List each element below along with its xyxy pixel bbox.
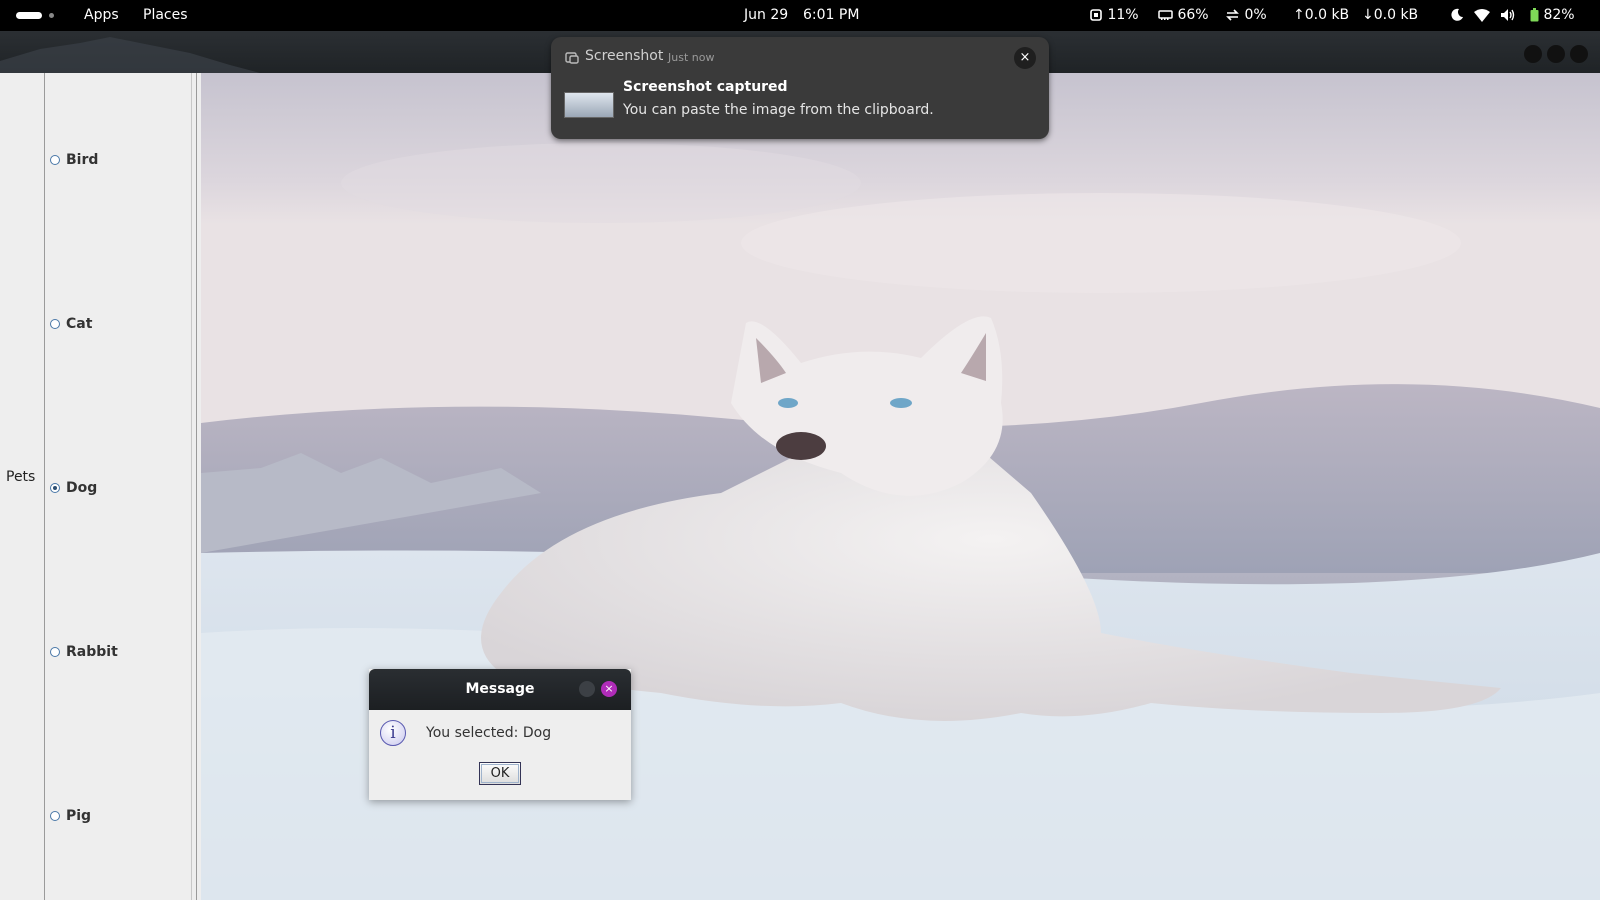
activities-indicator[interactable] [16, 12, 42, 19]
notification-body: You can paste the image from the clipboa… [623, 102, 934, 118]
message-dialog: Message × i You selected: Dog OK [369, 669, 631, 800]
info-glyph: i [390, 723, 396, 743]
radio-dog[interactable]: Dog [50, 479, 97, 497]
swap-value: 0% [1244, 7, 1267, 23]
notification-time: Just now [668, 51, 715, 64]
download-indicator[interactable]: ↓0.0 kB [1362, 0, 1418, 31]
window-close-button[interactable] [1570, 45, 1588, 63]
memory-value: 66% [1177, 7, 1209, 23]
swap-indicator[interactable]: 0% [1225, 0, 1267, 31]
close-icon: × [1019, 50, 1031, 65]
memory-indicator[interactable]: 66% [1158, 0, 1209, 31]
apps-menu[interactable]: Apps [84, 0, 119, 31]
radio-cat-indicator[interactable] [50, 319, 60, 329]
screenshot-notification[interactable]: Screenshot Just now × Screenshot capture… [551, 37, 1049, 139]
screenshot-app-icon [565, 52, 579, 64]
memory-icon [1158, 10, 1173, 20]
dialog-message: You selected: Dog [426, 725, 552, 741]
night-light-icon[interactable] [1450, 0, 1464, 31]
radio-dog-indicator[interactable] [50, 483, 60, 493]
upload-indicator[interactable]: ↑0.0 kB [1293, 0, 1349, 31]
dialog-minimize-button[interactable] [579, 681, 595, 697]
radio-dog-label[interactable]: Dog [66, 480, 97, 496]
upload-value: 0.0 kB [1304, 7, 1350, 23]
cpu-value: 11% [1107, 7, 1139, 23]
clock-time[interactable]: 6:01 PM [803, 0, 859, 31]
battery-icon [1530, 8, 1539, 22]
info-icon: i [380, 720, 406, 746]
cpu-icon [1090, 9, 1102, 21]
radio-pig-label[interactable]: Pig [66, 808, 91, 824]
screenshot-thumbnail [564, 92, 614, 118]
battery-indicator[interactable]: 82% [1530, 0, 1575, 31]
close-icon: × [604, 682, 614, 695]
battery-value: 82% [1543, 7, 1575, 23]
radio-cat[interactable]: Cat [50, 315, 92, 333]
pets-label-column: Pets [0, 73, 45, 900]
swap-icon [1226, 9, 1239, 21]
download-arrow-icon: ↓ [1362, 7, 1374, 23]
radio-bird-indicator[interactable] [50, 155, 60, 165]
volume-icon[interactable] [1500, 0, 1516, 31]
wifi-icon[interactable] [1474, 0, 1490, 31]
notification-title: Screenshot captured [623, 79, 788, 95]
radio-rabbit[interactable]: Rabbit [50, 643, 118, 661]
pets-radio-group: Bird Cat Dog Rabbit Pig [45, 73, 197, 900]
window-minimize-button[interactable] [1524, 45, 1542, 63]
clock-date[interactable]: Jun 29 [744, 0, 788, 31]
pets-group-label: Pets [6, 469, 36, 485]
workspace-dot [49, 13, 54, 18]
radio-bird-label[interactable]: Bird [66, 152, 98, 168]
dialog-close-button[interactable]: × [601, 681, 617, 697]
radio-pig-indicator[interactable] [50, 811, 60, 821]
titlebar-decoration [0, 37, 260, 73]
window-maximize-button[interactable] [1547, 45, 1565, 63]
panel-divider[interactable] [191, 73, 197, 900]
radio-rabbit-label[interactable]: Rabbit [66, 644, 118, 660]
download-value: 0.0 kB [1373, 7, 1419, 23]
places-menu[interactable]: Places [143, 0, 188, 31]
notification-app-name: Screenshot [585, 48, 664, 64]
notification-close-button[interactable]: × [1014, 47, 1036, 69]
radio-pig[interactable]: Pig [50, 807, 91, 825]
cpu-indicator[interactable]: 11% [1089, 0, 1139, 31]
upload-arrow-icon: ↑ [1293, 7, 1305, 23]
radio-bird[interactable]: Bird [50, 151, 98, 169]
radio-rabbit-indicator[interactable] [50, 647, 60, 657]
ok-button[interactable]: OK [479, 762, 521, 785]
radio-cat-label[interactable]: Cat [66, 316, 92, 332]
top-bar: Apps Places Jun 29 6:01 PM 11% 66% 0% ↑0… [0, 0, 1600, 31]
